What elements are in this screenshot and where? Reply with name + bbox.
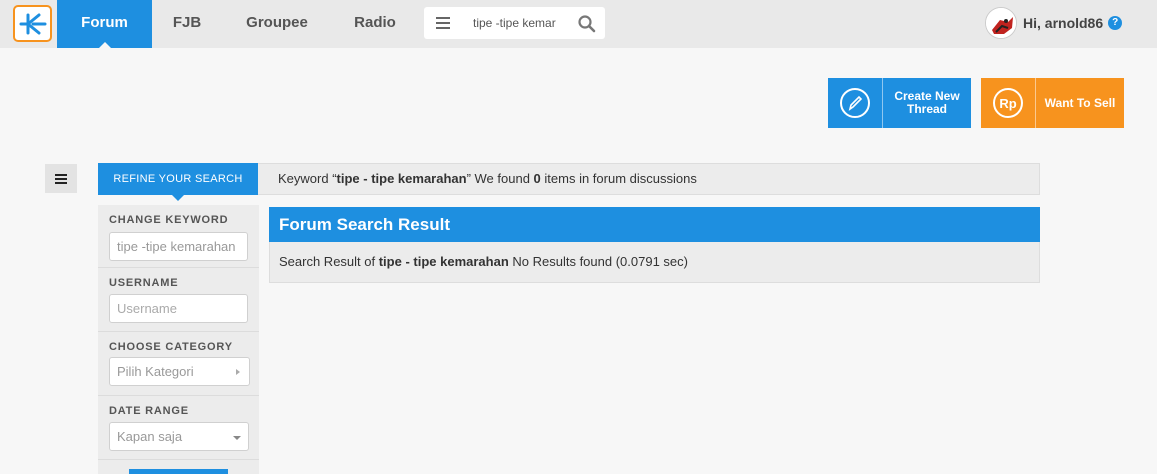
sidebar-toggle-icon[interactable] bbox=[45, 164, 77, 193]
nav-forum[interactable]: Forum bbox=[57, 0, 152, 48]
filter-date-group: DATE RANGE Kapan saja bbox=[98, 396, 259, 460]
keyword-field[interactable] bbox=[109, 232, 248, 261]
results-keyword: tipe - tipe kemarahan bbox=[378, 254, 509, 269]
chevron-down-icon bbox=[233, 436, 241, 440]
keyword-input[interactable] bbox=[117, 239, 247, 254]
username-field[interactable] bbox=[109, 294, 248, 323]
top-navbar: Forum FJB Groupee Radio tipe -tipe kemar… bbox=[0, 0, 1157, 48]
search-icon[interactable] bbox=[577, 14, 597, 34]
kaskus-logo[interactable] bbox=[13, 5, 52, 42]
results-prefix: Search Result of bbox=[279, 254, 379, 269]
svg-text:Rp: Rp bbox=[999, 96, 1016, 111]
pencil-icon bbox=[828, 78, 883, 128]
results-body: Search Result of tipe - tipe kemarahan N… bbox=[269, 242, 1040, 283]
filter-panel: CHANGE KEYWORD USERNAME CHOOSE CATEGORY … bbox=[98, 205, 259, 474]
date-range-value: Kapan saja bbox=[117, 429, 183, 444]
date-range-select[interactable]: Kapan saja bbox=[109, 422, 249, 451]
keyword-mid: ” We found bbox=[466, 171, 534, 186]
category-select[interactable]: Pilih Kategori bbox=[109, 357, 250, 386]
result-count: 0 bbox=[533, 171, 541, 186]
keyword-suffix: items in forum discussions bbox=[540, 171, 697, 186]
create-new-thread-button[interactable]: Create New Thread bbox=[828, 78, 971, 128]
user-greeting[interactable]: Hi, arnold86 bbox=[1023, 15, 1103, 31]
rupiah-icon: Rp bbox=[981, 78, 1036, 128]
filter-category-group: CHOOSE CATEGORY Pilih Kategori bbox=[98, 332, 259, 396]
change-keyword-label: CHANGE KEYWORD bbox=[109, 214, 229, 226]
filter-username-group: USERNAME bbox=[98, 268, 259, 332]
date-range-label: DATE RANGE bbox=[109, 405, 189, 417]
nav-radio[interactable]: Radio bbox=[332, 0, 418, 48]
nav-fjb[interactable]: FJB bbox=[152, 0, 222, 48]
user-menu[interactable]: Hi, arnold86 ? bbox=[985, 6, 1123, 40]
create-new-thread-label: Create New Thread bbox=[894, 89, 960, 116]
search-box bbox=[424, 7, 605, 39]
username-input[interactable] bbox=[117, 301, 247, 316]
kaskus-logo-icon bbox=[19, 13, 46, 34]
keyword-text: tipe - tipe kemarahan bbox=[336, 171, 467, 186]
results-title: Forum Search Result bbox=[269, 207, 1040, 242]
choose-category-label: CHOOSE CATEGORY bbox=[109, 341, 233, 353]
keyword-summary: Keyword “tipe - tipe kemarahan” We found… bbox=[258, 163, 1040, 195]
want-to-sell-label: Want To Sell bbox=[1044, 95, 1116, 110]
search-input[interactable] bbox=[464, 7, 572, 39]
caret-right-icon bbox=[236, 369, 240, 375]
search-menu-icon[interactable] bbox=[424, 7, 462, 39]
results-suffix: No Results found (0.0791 sec) bbox=[508, 254, 688, 269]
avatar[interactable] bbox=[985, 7, 1017, 39]
nav-groupee[interactable]: Groupee bbox=[222, 0, 332, 48]
help-icon[interactable]: ? bbox=[1108, 16, 1123, 30]
refine-search-tab[interactable]: REFINE YOUR SEARCH bbox=[98, 163, 258, 201]
filter-search-button[interactable] bbox=[129, 469, 228, 474]
username-label: USERNAME bbox=[109, 277, 179, 289]
keyword-prefix: Keyword “ bbox=[278, 171, 337, 186]
want-to-sell-button[interactable]: Rp Want To Sell bbox=[981, 78, 1124, 128]
category-value: Pilih Kategori bbox=[117, 364, 194, 379]
filter-keyword-group: CHANGE KEYWORD bbox=[98, 205, 259, 268]
